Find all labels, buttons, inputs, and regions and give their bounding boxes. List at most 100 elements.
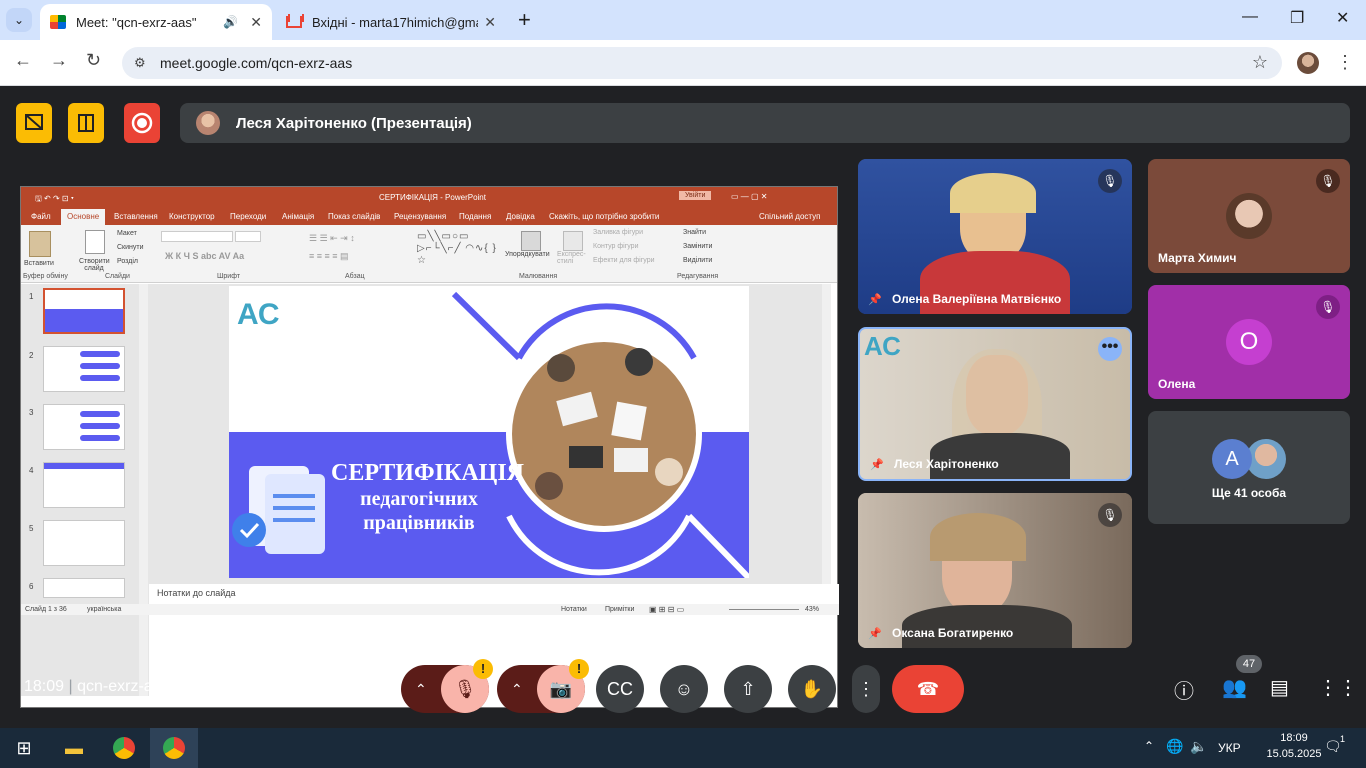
canvas-scrollbar[interactable]	[822, 284, 831, 584]
mic-control[interactable]: ⌃ 🎙 !	[401, 659, 493, 713]
ppt-tab-help[interactable]: Довідка	[506, 212, 535, 221]
taskbar-date[interactable]: 15.05.2025	[1256, 748, 1332, 760]
close-tab-icon[interactable]: ✕	[484, 14, 496, 31]
windows-start-icon[interactable]: ⊞	[0, 728, 48, 768]
slide-thumb-5[interactable]	[43, 520, 125, 566]
ppt-tab-file[interactable]: Файл	[31, 212, 51, 221]
paste-icon[interactable]	[29, 231, 51, 257]
ppt-tell-me[interactable]: Скажіть, що потрібно зробити	[549, 212, 659, 221]
new-slide-icon[interactable]	[85, 230, 105, 254]
profile-avatar[interactable]	[1297, 52, 1319, 74]
thumbs-scrollbar[interactable]	[139, 284, 148, 696]
notes-pane[interactable]: Нотатки до слайда	[149, 584, 839, 604]
zoom-level[interactable]: 43%	[805, 606, 819, 613]
presenter-bar[interactable]: Леся Харітоненко (Презентація)	[180, 103, 1350, 143]
forward-icon[interactable]: →	[50, 50, 68, 71]
quick-styles-label[interactable]: Експрес-стилі	[557, 251, 591, 265]
tray-chevron-icon[interactable]: ⌃	[1144, 739, 1154, 753]
ppt-tab-design[interactable]: Конструктор	[169, 212, 215, 221]
slide-thumb-6[interactable]	[43, 578, 125, 598]
ppt-tab-slideshow[interactable]: Показ слайдів	[328, 212, 380, 221]
comments-toggle[interactable]: Примітки	[605, 606, 634, 613]
select-button[interactable]: Виділити	[683, 257, 712, 264]
leave-call-icon[interactable]: ☎	[892, 665, 964, 713]
speaker-icon[interactable]: 🔊	[223, 15, 238, 29]
arrange-icon[interactable]	[521, 231, 541, 251]
new-slide-label[interactable]: Створити слайд	[79, 258, 110, 272]
align-icons[interactable]: ≡ ≡ ≡ ≡ ▤	[309, 251, 349, 262]
language-status[interactable]: українська	[87, 606, 121, 613]
slide-thumb-4[interactable]	[43, 462, 125, 508]
ppt-window-controls[interactable]: ▭ — ▢ ✕	[731, 192, 768, 201]
emoji-icon[interactable]: ☺	[660, 665, 708, 713]
shape-outline-button[interactable]: Контур фігури	[593, 243, 638, 250]
meeting-details-icon[interactable]: ⓘ	[1174, 675, 1194, 704]
tile-oksana-bohatyrenko[interactable]: 🎙 Оксана Богатиренко 📌	[858, 493, 1132, 648]
raise-hand-icon[interactable]: ✋	[788, 665, 836, 713]
layout-icon[interactable]	[68, 103, 104, 143]
font-name-field[interactable]	[161, 231, 233, 242]
ppt-share[interactable]: Спільний доступ	[759, 212, 821, 221]
volume-icon[interactable]: 🔈	[1190, 738, 1207, 755]
find-button[interactable]: Знайти	[683, 229, 706, 236]
ppt-tab-transitions[interactable]: Переходи	[230, 212, 266, 221]
pin-icon[interactable]: 📌	[870, 458, 884, 471]
layout-button[interactable]: Макет	[117, 230, 137, 237]
tile-olena[interactable]: О 🎙 Олена	[1148, 285, 1350, 399]
chat-icon[interactable]: ▤	[1270, 675, 1289, 700]
shape-fill-button[interactable]: Заливка фігури	[593, 229, 643, 236]
tab-gmail[interactable]: Вхідні - marta17himich@gmail. ✕	[276, 4, 506, 40]
pin-icon[interactable]: 📌	[868, 627, 882, 640]
ppt-tab-home[interactable]: Основне	[61, 209, 106, 225]
slide-thumb-1[interactable]	[43, 288, 125, 334]
network-icon[interactable]: 🌐	[1166, 738, 1183, 755]
shape-effects-button[interactable]: Ефекти для фігури	[593, 257, 655, 264]
chrome-icon[interactable]	[100, 728, 148, 768]
slide-thumb-3[interactable]	[43, 404, 125, 450]
present-screen-icon[interactable]: ⇧	[724, 665, 772, 713]
taskbar-clock[interactable]: 18:09	[1264, 732, 1324, 744]
view-buttons[interactable]: ▣ ⊞ ⊟ ▭	[649, 605, 684, 614]
chrome-active-icon[interactable]	[150, 728, 198, 768]
maximize-icon[interactable]: ❐	[1290, 8, 1304, 28]
ppt-tab-review[interactable]: Рецензування	[394, 212, 446, 221]
ppt-tab-animation[interactable]: Анімація	[282, 212, 314, 221]
slide-thumb-2[interactable]	[43, 346, 125, 392]
tile-olena-matviienko[interactable]: 🎙 Олена Валеріївна Матвієнко 📌	[858, 159, 1132, 314]
people-icon[interactable]: 👥	[1222, 675, 1247, 700]
tile-marta-khymych[interactable]: 🎙 Марта Химич	[1148, 159, 1350, 273]
quick-styles-icon[interactable]	[563, 231, 583, 251]
more-options-icon[interactable]: •••	[1098, 337, 1122, 361]
back-icon[interactable]: ←	[14, 50, 32, 71]
language-indicator[interactable]: УКР	[1218, 741, 1241, 755]
ppt-tab-view[interactable]: Подання	[459, 212, 491, 221]
arrange-label[interactable]: Упорядкувати	[505, 251, 550, 258]
close-tab-icon[interactable]: ✕	[250, 14, 262, 31]
camera-options-chevron-icon[interactable]: ⌃	[511, 665, 523, 713]
zoom-slider[interactable]	[729, 609, 799, 610]
font-format-icons[interactable]: Ж К Ч S abc AV Aa	[165, 251, 244, 261]
mic-options-chevron-icon[interactable]: ⌃	[415, 665, 427, 713]
record-icon[interactable]	[124, 103, 160, 143]
reset-button[interactable]: Скинути	[117, 244, 144, 251]
address-bar[interactable]: ⚙ meet.google.com/qcn-exrz-aas ☆	[122, 47, 1282, 79]
replace-button[interactable]: Замінити	[683, 243, 712, 250]
bookmark-star-icon[interactable]: ☆	[1252, 52, 1268, 73]
shapes-gallery[interactable]: ▭╲╲▭○▭ ▷⌐└╲⌐╱ ◠∿{ }☆	[417, 231, 497, 267]
reload-icon[interactable]: ↻	[86, 50, 101, 71]
site-info-icon[interactable]: ⚙	[134, 55, 148, 71]
ppt-tab-insert[interactable]: Вставлення	[114, 212, 158, 221]
close-window-icon[interactable]: ✕	[1336, 8, 1349, 28]
captions-icon[interactable]: CC	[596, 665, 644, 713]
file-explorer-icon[interactable]: ▬	[50, 728, 98, 768]
camera-control[interactable]: ⌃ 📷 !	[497, 659, 589, 713]
font-size-field[interactable]	[235, 231, 261, 242]
paragraph-icons[interactable]: ☰ ☰ ⇤ ⇥ ↕	[309, 233, 355, 244]
notes-toggle[interactable]: Нотатки	[561, 606, 587, 613]
activities-grid-icon[interactable]: ⋮⋮⋮	[1318, 675, 1366, 700]
tab-search-button[interactable]: ⌄	[6, 8, 32, 32]
browser-menu-icon[interactable]: ⋮	[1336, 52, 1354, 73]
more-options-icon[interactable]: ⋮	[852, 665, 880, 713]
paste-label[interactable]: Вставити	[24, 260, 54, 267]
activities-icon[interactable]	[16, 103, 52, 143]
